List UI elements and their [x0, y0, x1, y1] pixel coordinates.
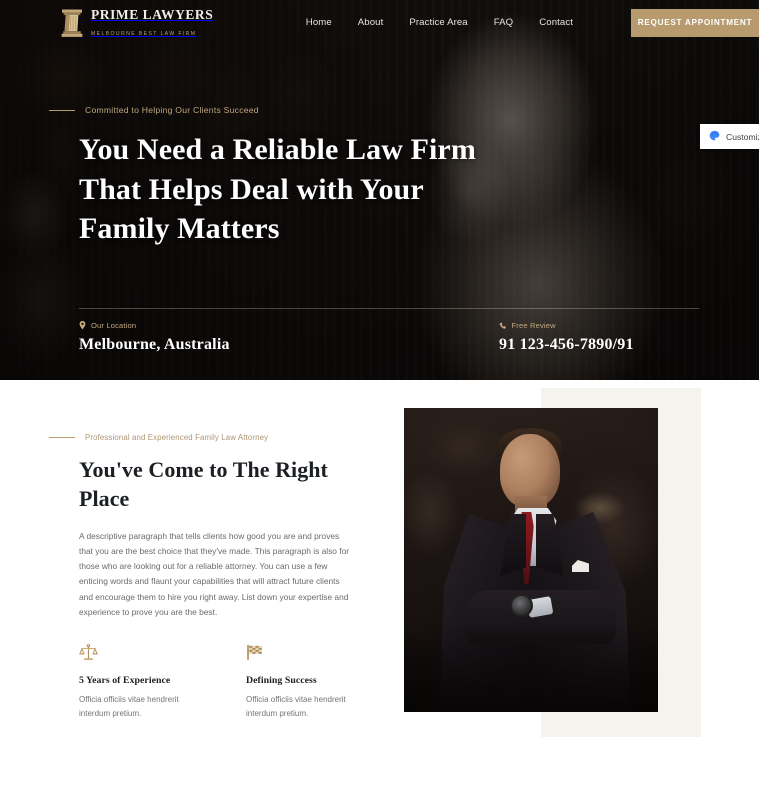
about-paragraph: A descriptive paragraph that tells clien…	[79, 530, 350, 617]
feature-item: 5 Years of Experience Officia officiis v…	[79, 644, 182, 721]
scales-of-justice-icon	[79, 644, 182, 664]
main-navigation: Home About Practice Area FAQ Contact REQ…	[306, 8, 759, 37]
palette-icon	[709, 128, 720, 146]
hero-phone-block: Free Review 91 123-456-7890/91	[499, 321, 634, 354]
hero-content: Committed to Helping Our Clients Succeed…	[0, 105, 759, 249]
about-eyebrow-rule	[49, 437, 75, 438]
nav-item-practice-area[interactable]: Practice Area	[409, 17, 467, 28]
feature-item: Defining Success Officia officiis vitae …	[246, 644, 349, 721]
checkered-flag-icon	[246, 644, 349, 664]
hero-phone-label: Free Review	[511, 321, 556, 330]
about-section: Professional and Experienced Family Law …	[0, 380, 759, 794]
hero-location-value: Melbourne, Australia	[79, 336, 230, 353]
brand-logo[interactable]: PRIME LAWYERS MELBOURNE BEST LAW FIRM	[60, 7, 306, 39]
request-appointment-button[interactable]: REQUEST APPOINTMENT	[631, 8, 759, 37]
nav-item-about[interactable]: About	[358, 17, 384, 28]
customize-label: Customize	[726, 131, 759, 142]
nav-item-contact[interactable]: Contact	[539, 17, 573, 28]
site-header: PRIME LAWYERS MELBOURNE BEST LAW FIRM Ho…	[0, 0, 759, 45]
about-title: You've Come to The Right Place	[79, 455, 349, 514]
hero-section: PRIME LAWYERS MELBOURNE BEST LAW FIRM Ho…	[0, 0, 759, 380]
about-eyebrow-text: Professional and Experienced Family Law …	[85, 433, 269, 442]
hero-location-block: Our Location Melbourne, Australia	[79, 321, 499, 354]
hero-divider	[79, 308, 699, 309]
hero-eyebrow-text: Committed to Helping Our Clients Succeed	[85, 105, 259, 115]
feature-description: Officia officiis vitae hendrerit interdu…	[246, 695, 346, 719]
hero-contact-bar: Our Location Melbourne, Australia Free R…	[79, 308, 699, 354]
phone-icon	[499, 322, 507, 330]
customize-tab[interactable]: Customize	[700, 124, 759, 149]
about-title-line-2: Place	[79, 486, 130, 512]
feature-title: 5 Years of Experience	[79, 675, 171, 687]
nav-item-faq[interactable]: FAQ	[494, 17, 514, 28]
hero-phone-value: 91 123-456-7890/91	[499, 336, 634, 353]
brand-tagline: MELBOURNE BEST LAW FIRM	[91, 30, 197, 37]
hero-location-label: Our Location	[91, 321, 137, 330]
hero-title: You Need a Reliable Law Firm That Helps …	[79, 130, 759, 249]
feature-title: Defining Success	[246, 675, 317, 687]
eyebrow-rule	[49, 109, 75, 111]
about-title-line-1: You've Come to The Right	[79, 457, 328, 482]
nav-item-home[interactable]: Home	[306, 17, 332, 28]
map-pin-icon	[79, 321, 86, 330]
hero-title-line-3: Family Matters	[79, 212, 280, 246]
feature-description: Officia officiis vitae hendrerit interdu…	[79, 695, 179, 719]
about-features: 5 Years of Experience Officia officiis v…	[79, 644, 349, 721]
hero-title-line-2: That Helps Deal with Your	[79, 172, 424, 206]
column-pillar-icon	[60, 8, 84, 38]
about-content: Professional and Experienced Family Law …	[49, 433, 349, 721]
about-eyebrow: Professional and Experienced Family Law …	[49, 433, 349, 442]
hero-title-line-1: You Need a Reliable Law Firm	[79, 133, 476, 166]
attorney-portrait-image	[404, 408, 658, 712]
brand-name: PRIME LAWYERS	[91, 6, 214, 22]
hero-eyebrow: Committed to Helping Our Clients Succeed	[49, 105, 759, 115]
